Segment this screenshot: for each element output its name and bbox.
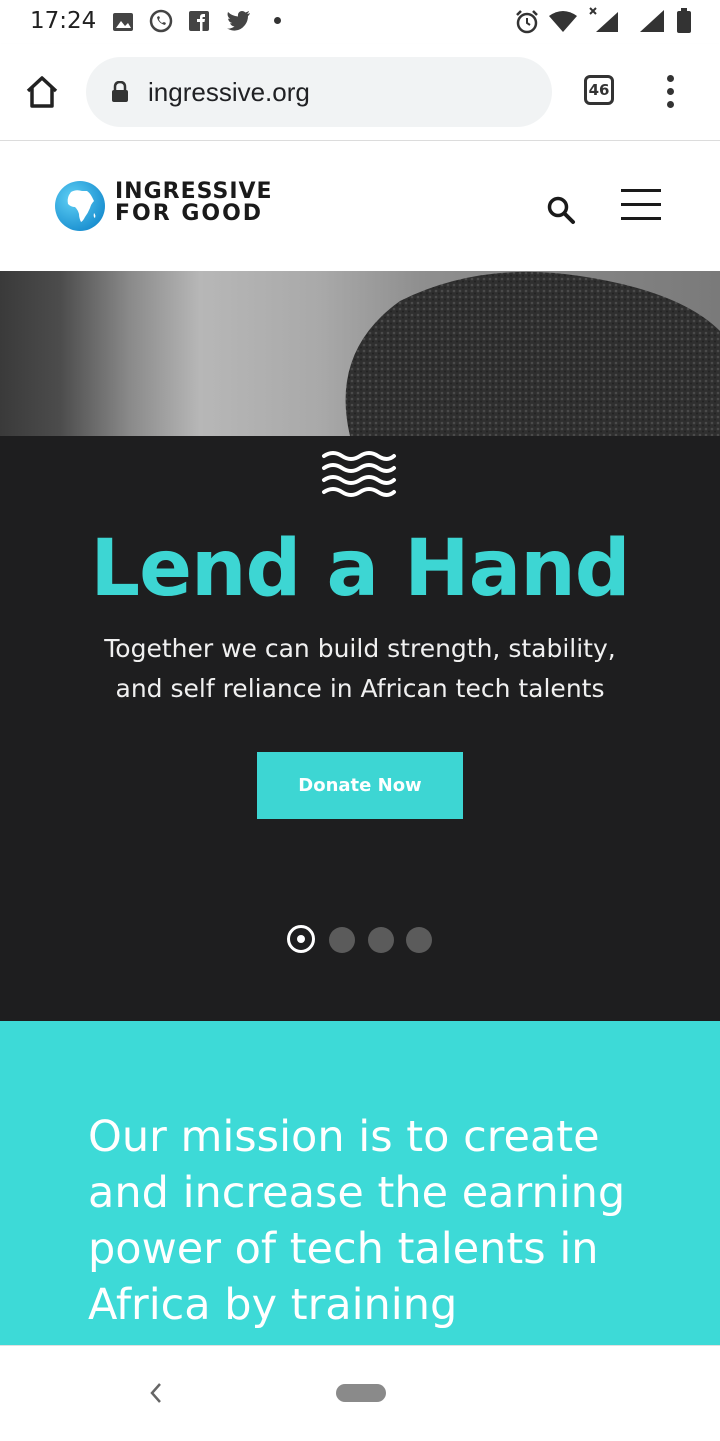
- tab-switcher-button[interactable]: 46: [584, 75, 614, 105]
- hero-subtitle: Together we can build strength, stabilit…: [104, 634, 616, 703]
- hamburger-icon[interactable]: [621, 189, 661, 220]
- slide-dot-1[interactable]: [287, 925, 315, 953]
- lock-icon: [112, 81, 128, 102]
- alarm-icon: [516, 10, 538, 34]
- slider-pagination: [287, 922, 437, 956]
- slide-dot-2[interactable]: [329, 927, 355, 953]
- site-logo[interactable]: INGRESSIVE FOR GOOD: [54, 178, 294, 238]
- hero-photo-texture: [345, 271, 720, 436]
- browser-toolbar: ingressive.org 46: [0, 44, 720, 141]
- home-icon[interactable]: [22, 72, 62, 112]
- search-icon[interactable]: [546, 195, 576, 225]
- mission-text: Our mission is to create and increase th…: [88, 1112, 626, 1330]
- site-header: INGRESSIVE FOR GOOD: [0, 141, 720, 271]
- hero-title: Lend a Hand: [90, 524, 630, 614]
- status-bar: 17:24: [0, 0, 720, 44]
- image-icon: [113, 13, 133, 31]
- slide-dot-3[interactable]: [368, 927, 394, 953]
- facebook-icon: [189, 11, 209, 31]
- address-bar[interactable]: ingressive.org: [86, 57, 552, 127]
- wifi-icon: [549, 11, 577, 32]
- system-nav-bar: [0, 1345, 720, 1441]
- status-time: 17:24: [30, 8, 97, 34]
- logo-line-1: INGRESSIVE: [115, 179, 273, 204]
- mission-section: Our mission is to create and increase th…: [0, 1021, 720, 1345]
- whatsapp-icon: [149, 9, 173, 33]
- battery-icon: [677, 8, 691, 33]
- twitter-icon: [227, 10, 250, 31]
- url-text[interactable]: ingressive.org: [148, 77, 310, 108]
- signal-icon: [640, 10, 664, 32]
- notification-dot-icon: [274, 17, 281, 24]
- donate-now-button[interactable]: Donate Now: [257, 752, 463, 819]
- back-chevron-icon[interactable]: [146, 1380, 166, 1406]
- hero-background-photo: [0, 271, 720, 436]
- signal-no-data-icon: [589, 7, 618, 32]
- home-pill-icon[interactable]: [336, 1384, 386, 1402]
- hero-section: Lend a Hand Together we can build streng…: [0, 436, 720, 1021]
- waves-icon: [322, 451, 396, 497]
- more-vert-icon[interactable]: [660, 75, 680, 109]
- slide-dot-4[interactable]: [406, 927, 432, 953]
- logo-line-2: FOR GOOD: [115, 201, 264, 226]
- africa-globe-icon: [55, 181, 105, 231]
